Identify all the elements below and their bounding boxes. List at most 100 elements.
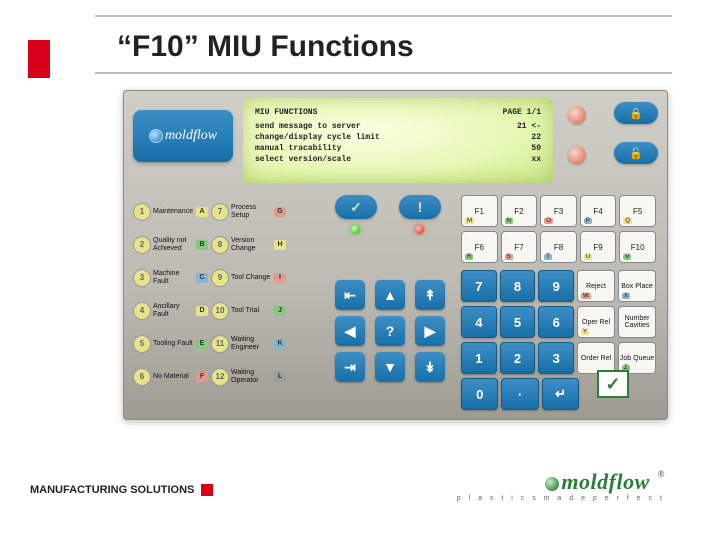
- key-letter: I: [274, 273, 286, 283]
- fkey-f6[interactable]: F6R: [461, 231, 498, 263]
- nav-pgdn[interactable]: ↡: [415, 352, 445, 382]
- fkey-f10[interactable]: F10V: [619, 231, 656, 263]
- ok-button[interactable]: ✓: [335, 195, 377, 219]
- key-number[interactable]: 6: [133, 368, 151, 386]
- terminal-title: MIU FUNCTIONS: [255, 108, 317, 117]
- brand-name: moldflow: [561, 469, 649, 494]
- navigation-pad: ▲ ◀ ? ▶ ▼ ⇤ ↟ ⇥ ↡: [335, 280, 445, 390]
- key-number[interactable]: 5: [133, 335, 151, 353]
- fkey-f4[interactable]: F4P: [580, 195, 617, 227]
- key-label: Version Change: [231, 237, 271, 253]
- unlock-button[interactable]: 🔓: [614, 142, 658, 164]
- brand-tagline: p l a s t i c s m a d e p e r f e c t: [457, 495, 665, 502]
- key-letter: F: [196, 372, 208, 382]
- side-key[interactable]: Oper RelY: [577, 306, 615, 338]
- reason-key-row: 5Tooling FaultE11Waiting EngineerK: [133, 327, 328, 360]
- fkey-f8[interactable]: F8T: [540, 231, 577, 263]
- reason-key-row: 4Ancillary FaultD10Tool TrialJ: [133, 294, 328, 327]
- numkey-7[interactable]: 7: [461, 270, 497, 302]
- terminal-line: manual tracability50: [255, 143, 541, 154]
- nav-end[interactable]: ⇥: [335, 352, 365, 382]
- key-letter: C: [196, 273, 208, 283]
- terminal-display: MIU FUNCTIONS PAGE 1/1 send message to s…: [243, 98, 553, 183]
- key-letter: J: [274, 306, 286, 316]
- reason-key-row: 1MaintenanceA7Process SetupG: [133, 195, 328, 228]
- key-label: Tool Change: [231, 274, 271, 282]
- reason-keys: 1MaintenanceA7Process SetupG2Quality not…: [133, 195, 328, 393]
- nav-left[interactable]: ◀: [335, 316, 365, 346]
- logo-dot-icon: [149, 129, 163, 143]
- nav-help[interactable]: ?: [375, 316, 405, 346]
- key-label: Waiting Operator: [231, 369, 271, 385]
- key-letter: A: [196, 207, 208, 217]
- fkey-f7[interactable]: F7S: [501, 231, 538, 263]
- function-keys: F1MF2NF3OF4PF5Q F6RF7SF8TF9UF10V: [461, 195, 656, 267]
- fkey-f1[interactable]: F1M: [461, 195, 498, 227]
- key-number[interactable]: 3: [133, 269, 151, 287]
- fkey-f5[interactable]: F5Q: [619, 195, 656, 227]
- red-accent: [28, 40, 50, 78]
- key-label: Tooling Fault: [153, 340, 193, 348]
- reason-key-row: 3Machine FaultC9Tool ChangeI: [133, 261, 328, 294]
- key-letter: H: [274, 240, 286, 250]
- key-label: Waiting Engineer: [231, 336, 271, 352]
- fkey-f9[interactable]: F9U: [580, 231, 617, 263]
- title-divider: [95, 72, 672, 74]
- key-number[interactable]: 11: [211, 335, 229, 353]
- key-number[interactable]: 12: [211, 368, 229, 386]
- lock-controls: 🔒 🔓: [568, 102, 660, 180]
- warn-button[interactable]: !: [399, 195, 441, 219]
- key-letter: K: [274, 339, 286, 349]
- side-key[interactable]: Box PlaceX: [618, 270, 656, 302]
- key-number[interactable]: 8: [211, 236, 229, 254]
- key-number[interactable]: 7: [211, 203, 229, 221]
- nav-pgup[interactable]: ↟: [415, 280, 445, 310]
- key-number[interactable]: 10: [211, 302, 229, 320]
- numkey-5[interactable]: 5: [500, 306, 536, 338]
- device-logo: moldflow: [133, 110, 233, 162]
- check-icon: ✓: [605, 374, 620, 395]
- key-number[interactable]: 4: [133, 302, 151, 320]
- numkey-9[interactable]: 9: [538, 270, 574, 302]
- logo-text: moldflow: [165, 128, 217, 144]
- terminal-line: send message to server21 <-: [255, 121, 541, 132]
- confirm-buttons: ✓ !: [335, 195, 455, 290]
- numkey-2[interactable]: 2: [500, 342, 536, 374]
- footer-text: MANUFACTURING SOLUTIONS: [30, 484, 194, 496]
- terminal-page: PAGE 1/1: [503, 108, 541, 117]
- key-label: Ancillary Fault: [153, 303, 193, 319]
- key-number[interactable]: 1: [133, 203, 151, 221]
- footer-accent-icon: [201, 484, 213, 496]
- footer-label: MANUFACTURING SOLUTIONS: [30, 484, 213, 496]
- nav-home[interactable]: ⇤: [335, 280, 365, 310]
- numkey-·[interactable]: ·: [501, 378, 538, 410]
- lock-button[interactable]: 🔒: [614, 102, 658, 124]
- brand-registered-icon: ®: [658, 469, 665, 479]
- numkey-6[interactable]: 6: [538, 306, 574, 338]
- nav-down[interactable]: ▼: [375, 352, 405, 382]
- key-label: No Material: [153, 373, 193, 381]
- brand-logo: moldflow ® p l a s t i c s m a d e p e r …: [457, 469, 665, 502]
- key-label: Process Setup: [231, 204, 271, 220]
- key-number[interactable]: 2: [133, 236, 151, 254]
- numkey-3[interactable]: 3: [538, 342, 574, 374]
- side-key[interactable]: Number Cavities: [618, 306, 656, 338]
- side-key[interactable]: RejectW: [577, 270, 615, 302]
- numkey-1[interactable]: 1: [461, 342, 497, 374]
- numkey-4[interactable]: 4: [461, 306, 497, 338]
- numkey-8[interactable]: 8: [500, 270, 536, 302]
- fkey-f3[interactable]: F3O: [540, 195, 577, 227]
- page-title: “F10” MIU Functions: [117, 30, 414, 64]
- key-number[interactable]: 9: [211, 269, 229, 287]
- fkey-f2[interactable]: F2N: [501, 195, 538, 227]
- warn-led-icon: [415, 225, 424, 234]
- key-letter: L: [274, 372, 286, 382]
- f10-callout-icon: ✓: [597, 370, 629, 398]
- status-led-1: [568, 106, 586, 124]
- nav-up[interactable]: ▲: [375, 280, 405, 310]
- nav-right[interactable]: ▶: [415, 316, 445, 346]
- numkey-↵[interactable]: ↵: [542, 378, 579, 410]
- numkey-0[interactable]: 0: [461, 378, 498, 410]
- terminal-line: change/display cycle limit22: [255, 132, 541, 143]
- top-divider: [95, 15, 672, 17]
